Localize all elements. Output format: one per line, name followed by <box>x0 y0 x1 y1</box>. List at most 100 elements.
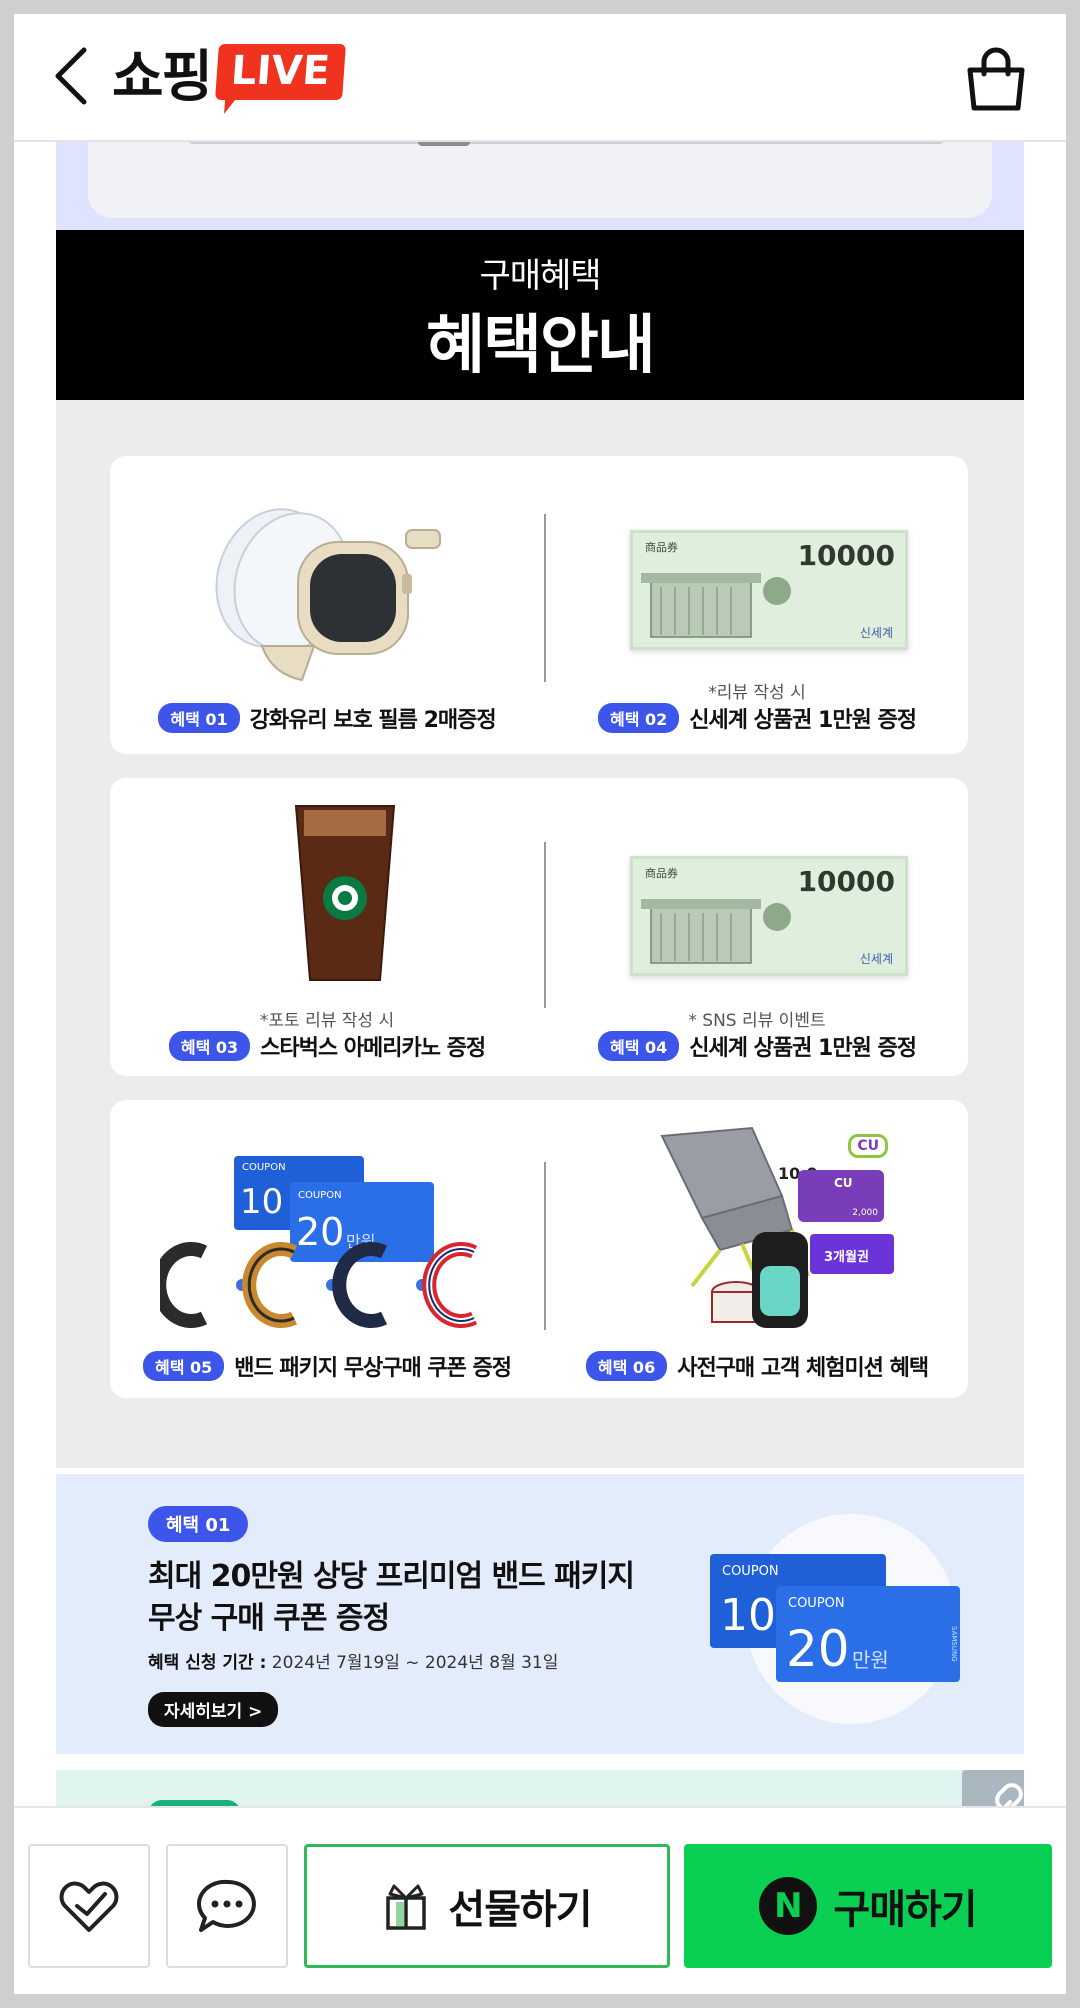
heart-check-icon <box>59 1881 119 1932</box>
trial-pass: 3개월권 <box>810 1234 894 1274</box>
cu-ticket-price: 2,000 <box>852 1208 878 1218</box>
coupon-value-a: 10 <box>240 1182 284 1222</box>
benefit-03: *포토 리뷰 작성 시 혜택 03 스타벅스 아메리카노 증정 <box>110 778 544 1076</box>
watch-film-image <box>215 508 441 682</box>
dry-bag-image <box>711 1232 808 1328</box>
shopping-bag-icon <box>967 47 1025 111</box>
watch-bands-image <box>160 1242 478 1328</box>
promo-coupon-word: COUPON <box>788 1596 845 1611</box>
voucher-brand: 신세계 <box>859 952 893 966</box>
benefit-note: *리뷰 작성 시 <box>708 683 806 703</box>
benefit-note: * SNS 리뷰 이벤트 <box>688 1011 826 1031</box>
benefit-list: 혜택 01 강화유리 보호 필름 2매증정 商品券 10000 신세계 *리뷰 … <box>56 400 1024 1468</box>
trial-pass-text: 3개월권 <box>824 1250 869 1265</box>
benefit-01: 혜택 01 강화유리 보호 필름 2매증정 <box>110 456 544 754</box>
promo-period: 혜택 신청 기간 : 2024년 7월19일 ~ 2024년 8월 31일 <box>148 1648 558 1673</box>
benefit-05: COUPON 10 COUPON 20 만원 혜택 05 밴드 패키지 무상구매… <box>110 1100 544 1398</box>
voucher-building-icon <box>641 899 791 964</box>
buy-button-label: 구매하기 <box>833 1887 977 1933</box>
shopping-live-logo[interactable]: 쇼핑 LIVE <box>112 32 346 112</box>
cart-button[interactable] <box>964 44 1028 114</box>
promo-period-label: 혜택 신청 기간 : <box>148 1653 267 1673</box>
benefit-tag: 혜택 06 <box>585 1351 668 1381</box>
benefit-tag: 혜택 01 <box>158 703 240 733</box>
promo-tag: 혜택 01 <box>148 1506 249 1542</box>
talk-button[interactable] <box>166 1844 288 1968</box>
promo-coupon-word: COUPON <box>722 1564 779 1579</box>
benefit-tag: 혜택 02 <box>598 703 680 733</box>
gift-button[interactable]: 선물하기 <box>304 1844 670 1968</box>
banner-subtitle: 구매혜택 <box>479 256 601 296</box>
cu-logo: CU <box>848 1134 888 1158</box>
voucher-header: 商品券 <box>645 541 678 554</box>
promo-coupon-value-b: 20 <box>786 1620 850 1678</box>
promo-coupon-value-a: 10 <box>720 1590 776 1641</box>
voucher-brand: 신세계 <box>859 626 893 640</box>
cu-card: CU 10,0 CU 2,000 <box>778 1134 888 1228</box>
voucher-amount: 10000 <box>797 865 895 898</box>
gift-button-label: 선물하기 <box>448 1887 592 1933</box>
promo-coupon-side: SAMSUNG <box>950 1626 958 1662</box>
benefit-04-line: 혜택 04 신세계 상품권 1만원 증정 <box>546 1030 968 1062</box>
benefit-banner: 구매혜택 혜택안내 <box>56 230 1024 400</box>
benefit-06: CU 10,0 CU 2,000 3개월권 <box>546 1100 968 1398</box>
previous-card-inner <box>184 142 948 146</box>
benefit-label: 강화유리 보호 필름 2매증정 <box>249 708 497 733</box>
voucher-amount: 10000 <box>797 539 895 572</box>
benefit-label: 스타벅스 아메리카노 증정 <box>260 1036 486 1061</box>
promo-coupon-unit: 만원 <box>852 1648 889 1672</box>
benefit-card-3: COUPON 10 COUPON 20 만원 혜택 05 밴드 패키지 무상구매… <box>110 1100 968 1398</box>
brand-text: 쇼핑 <box>112 44 213 110</box>
live-badge: LIVE <box>215 44 346 100</box>
benefit-01-line: 혜택 01 강화유리 보호 필름 2매증정 <box>110 702 544 734</box>
coupon-word: COUPON <box>242 1162 286 1173</box>
cu-ticket-logo: CU <box>834 1176 853 1190</box>
benefit-label: 사전구매 고객 체험미션 혜택 <box>677 1356 929 1381</box>
benefit-card-1: 혜택 01 강화유리 보호 필름 2매증정 商品券 10000 신세계 *리뷰 … <box>110 456 968 754</box>
previous-section <box>56 142 1024 230</box>
promo-title-line2: 무상 구매 쿠폰 증정 <box>148 1601 390 1636</box>
voucher-image: 商品券 10000 신세계 <box>630 530 908 650</box>
detail-content[interactable]: 구매혜택 혜택안내 혜택 01 강화유리 보호 필름 2매증정 商品券 1000… <box>56 142 1024 1822</box>
coupon-word: COUPON <box>298 1190 342 1201</box>
promo-period-value: 2024년 7월19일 ~ 2024년 8월 31일 <box>266 1653 559 1673</box>
benefit-label: 신세계 상품권 1만원 증정 <box>689 708 917 733</box>
previous-card-image <box>418 142 470 146</box>
benefit-label: 밴드 패키지 무상구매 쿠폰 증정 <box>234 1356 512 1381</box>
promo-title: 최대 20만원 상당 프리미엄 밴드 패키지 무상 구매 쿠폰 증정 <box>148 1556 708 1640</box>
promo-benefit-01: 혜택 01 최대 20만원 상당 프리미엄 밴드 패키지 무상 구매 쿠폰 증정… <box>56 1474 1024 1754</box>
back-button[interactable] <box>44 40 104 112</box>
banner-title: 혜택안내 <box>426 309 656 383</box>
buy-button[interactable]: N 구매하기 <box>684 1844 1052 1968</box>
benefit-tag: 혜택 03 <box>168 1031 251 1061</box>
zzim-button[interactable] <box>28 1844 150 1968</box>
promo-coupon-image: COUPON 10 COUPON 20 만원 SAMSUNG <box>710 1554 960 1684</box>
previous-card <box>88 142 992 218</box>
cu-ticket: CU 2,000 <box>798 1170 884 1222</box>
back-arrow-icon <box>55 47 87 105</box>
chat-bubble-icon <box>197 1879 256 1932</box>
benefit-06-line: 혜택 06 사전구매 고객 체험미션 혜택 <box>546 1350 968 1382</box>
voucher-image: 商品券 10000 신세계 <box>630 856 908 976</box>
promo-title-line1: 최대 20만원 상당 프리미엄 밴드 패키지 <box>148 1559 635 1594</box>
benefit-tag: 혜택 05 <box>142 1351 225 1381</box>
bottom-action-bar: 선물하기 N 구매하기 <box>14 1806 1066 1994</box>
promo-coupon-front: COUPON 20 만원 SAMSUNG <box>776 1586 960 1682</box>
top-header: 쇼핑 LIVE <box>14 14 1066 142</box>
voucher-header: 商品券 <box>645 867 678 880</box>
benefit-card-2: *포토 리뷰 작성 시 혜택 03 스타벅스 아메리카노 증정 商品券 1000… <box>110 778 968 1076</box>
benefit-04: 商品券 10000 신세계 * SNS 리뷰 이벤트 혜택 04 신세계 상품권… <box>546 778 968 1076</box>
benefit-02: 商品券 10000 신세계 *리뷰 작성 시 혜택 02 신세계 상품권 1만원… <box>546 456 968 754</box>
gift-icon <box>386 1884 427 1930</box>
benefit-05-line: 혜택 05 밴드 패키지 무상구매 쿠폰 증정 <box>110 1350 544 1382</box>
benefit-label: 신세계 상품권 1만원 증정 <box>689 1036 917 1061</box>
app-frame: 쇼핑 LIVE 구매혜택 혜택안내 혜택 01 강화유리 보호 필름 2매증정 … <box>14 14 1066 1994</box>
coffee-cup-image <box>294 805 396 981</box>
naver-n-icon: N <box>759 1877 818 1935</box>
benefit-tag: 혜택 04 <box>598 1031 680 1061</box>
promo-more-button[interactable]: 자세히보기 > <box>148 1692 279 1727</box>
benefit-02-line: 혜택 02 신세계 상품권 1만원 증정 <box>546 702 968 734</box>
voucher-building-icon <box>641 573 791 638</box>
benefit-03-line: 혜택 03 스타벅스 아메리카노 증정 <box>110 1030 544 1062</box>
benefit-note: *포토 리뷰 작성 시 <box>259 1011 395 1031</box>
